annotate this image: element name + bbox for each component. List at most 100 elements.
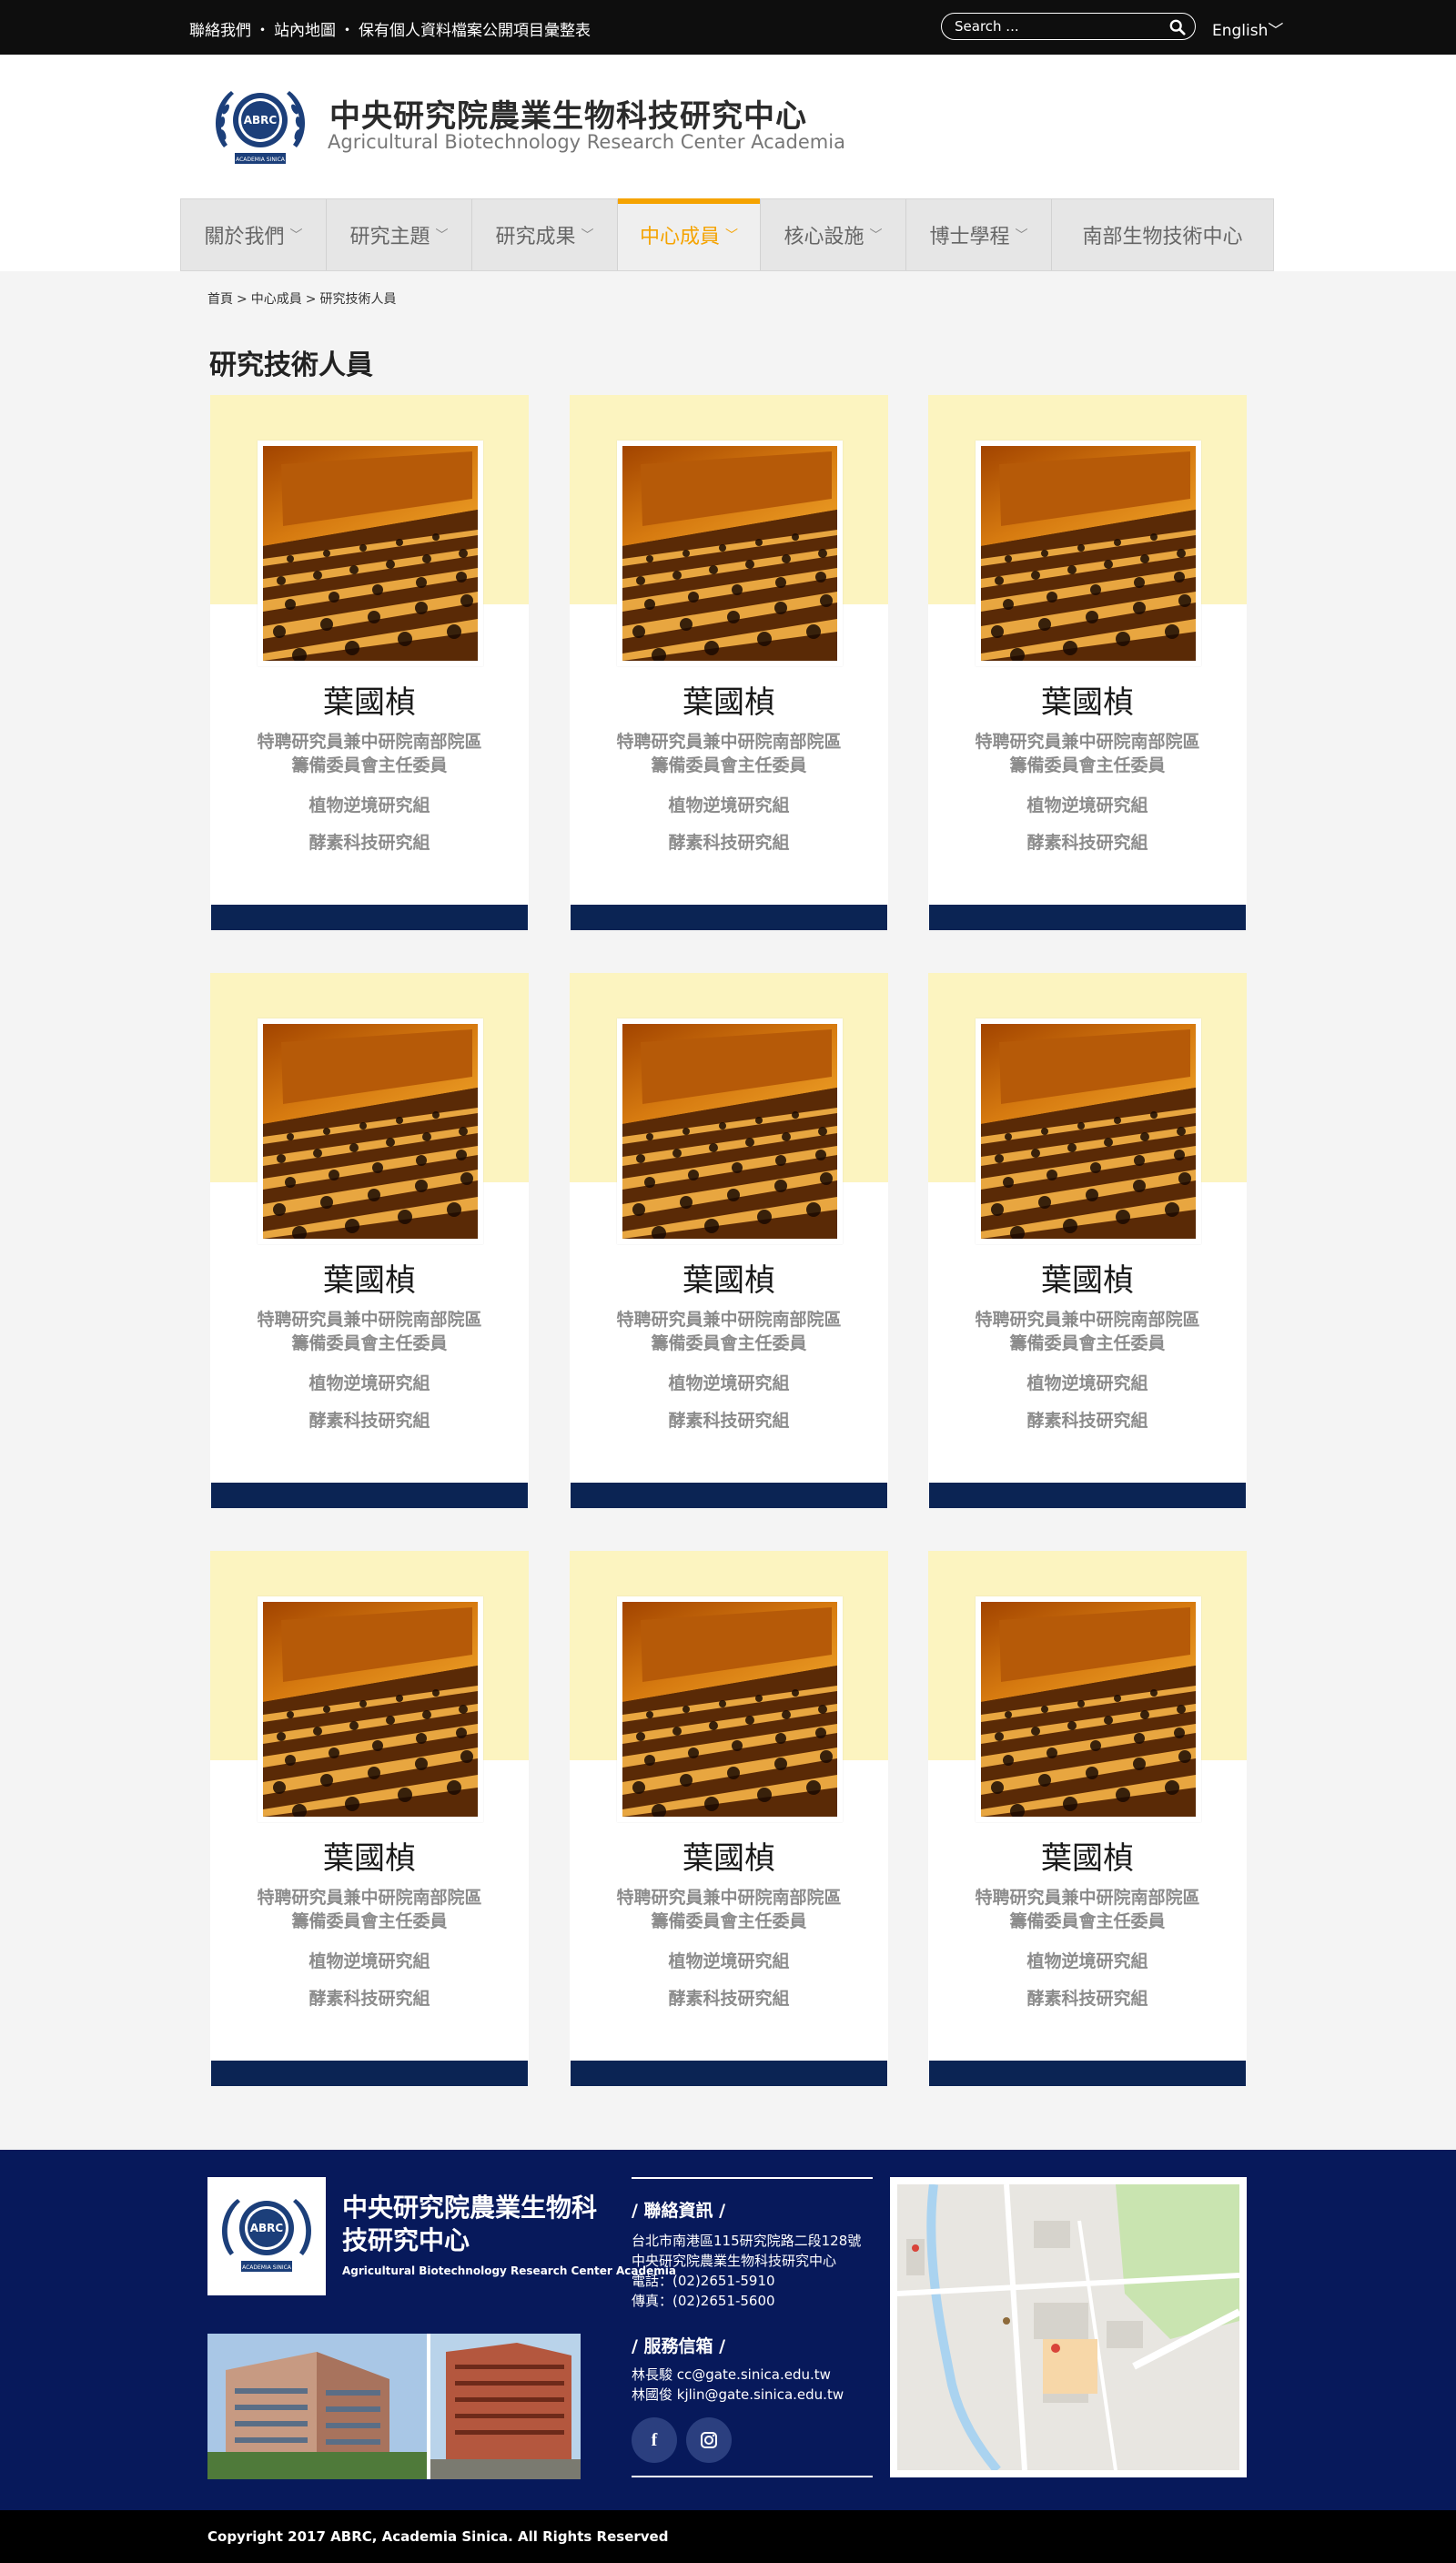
mail-contact-1[interactable]: 林長駿 cc@gate.sinica.edu.tw bbox=[632, 2365, 873, 2385]
member-name[interactable]: 葉國楨 bbox=[570, 677, 888, 722]
search-icon[interactable] bbox=[1169, 19, 1186, 35]
link-personal-data[interactable]: 保有個人資料檔案公開項目彙整表 bbox=[359, 22, 591, 40]
lecture-hall-image bbox=[680, 1196, 693, 1209]
site-title[interactable]: 中央研究院農業生物科技研究中心 bbox=[329, 91, 807, 136]
member-name[interactable]: 葉國楨 bbox=[210, 677, 529, 722]
lecture-hall-image bbox=[680, 1774, 693, 1787]
facebook-icon[interactable]: f bbox=[632, 2417, 677, 2463]
lecture-hall-image bbox=[806, 624, 821, 639]
lecture-hall-image bbox=[329, 1170, 339, 1180]
nav-item-about[interactable]: 關於我們 ﹀ bbox=[181, 199, 327, 270]
lecture-hall-image bbox=[1140, 1132, 1149, 1141]
member-role-line1: 特聘研究員兼中研院南部院區 bbox=[616, 1888, 842, 1908]
member-role-line2: 籌備委員會主任委員 bbox=[651, 755, 807, 775]
nav-item-core-facilities[interactable]: 核心設施 ﹀ bbox=[761, 199, 906, 270]
member-group-2: 酵素科技研究組 bbox=[668, 833, 790, 853]
member-name[interactable]: 葉國楨 bbox=[570, 1255, 888, 1300]
instagram-icon bbox=[704, 2436, 713, 2445]
member-card[interactable]: 葉國楨 特聘研究員兼中研院南部院區 籌備委員會主任委員 植物逆境研究組 酵素科技研… bbox=[928, 973, 1247, 1508]
nav-item-phd-program[interactable]: 博士學程 ﹀ bbox=[906, 199, 1052, 270]
member-card[interactable]: 葉國楨 特聘研究員兼中研院南部院區 籌備委員會主任委員 植物逆境研究組 酵素科技研… bbox=[210, 1551, 529, 2086]
link-sitemap[interactable]: 站內地圖 bbox=[274, 22, 336, 40]
member-name[interactable]: 葉國楨 bbox=[928, 677, 1247, 722]
nav-item-members[interactable]: 中心成員 ﹀ bbox=[618, 198, 761, 270]
lecture-hall-image bbox=[459, 1127, 468, 1136]
location-map bbox=[912, 2244, 919, 2252]
lecture-hall-image bbox=[447, 1780, 461, 1795]
member-photo[interactable] bbox=[617, 441, 843, 666]
search-input[interactable] bbox=[955, 17, 1155, 35]
member-name[interactable]: 葉國楨 bbox=[928, 1255, 1247, 1300]
footer-title: 中央研究院農業生物科技研究中心 bbox=[342, 2193, 598, 2255]
lecture-hall-image bbox=[636, 1732, 645, 1741]
member-photo[interactable] bbox=[976, 1018, 1201, 1244]
member-card[interactable]: 葉國楨 特聘研究員兼中研院南部院區 籌備委員會主任委員 植物逆境研究組 酵素科技研… bbox=[928, 395, 1247, 930]
building-photo bbox=[446, 2343, 571, 2470]
member-name[interactable]: 葉國楨 bbox=[210, 1833, 529, 1878]
member-card[interactable]: 葉國楨 特聘研究員兼中研院南部院區 籌備委員會主任委員 植物逆境研究組 酵素科技研… bbox=[570, 973, 888, 1508]
nav-item-research-results[interactable]: 研究成果 ﹀ bbox=[472, 199, 618, 270]
member-photo[interactable] bbox=[258, 1018, 483, 1244]
lecture-hall-image bbox=[755, 539, 763, 546]
breadcrumb-separator: > bbox=[237, 292, 248, 307]
lecture-hall-image bbox=[263, 446, 478, 661]
lecture-hall-image bbox=[719, 544, 726, 552]
lecture-hall-image bbox=[991, 625, 1004, 638]
lecture-hall-image bbox=[704, 641, 719, 655]
link-contact[interactable]: 聯絡我們 bbox=[189, 22, 251, 40]
member-photo[interactable] bbox=[976, 441, 1201, 666]
member-name[interactable]: 葉國楨 bbox=[928, 1833, 1247, 1878]
building-photo bbox=[430, 2459, 581, 2479]
location-map[interactable] bbox=[890, 2177, 1247, 2477]
member-name[interactable]: 葉國楨 bbox=[570, 1833, 888, 1878]
lecture-hall-image bbox=[727, 611, 740, 623]
member-card[interactable]: 葉國楨 特聘研究員兼中研院南部院區 籌備委員會主任委員 植物逆境研究組 酵素科技研… bbox=[928, 1551, 1247, 2086]
member-photo[interactable] bbox=[976, 1596, 1201, 1822]
member-card[interactable]: 葉國楨 特聘研究員兼中研院南部院區 籌備委員會主任委員 植物逆境研究組 酵素科技研… bbox=[570, 1551, 888, 2086]
nav-item-southern-center[interactable]: 南部生物技術中心 bbox=[1052, 199, 1273, 270]
nav-label: 研究成果 bbox=[495, 226, 576, 248]
lecture-hall-image bbox=[415, 1758, 428, 1770]
member-photo[interactable] bbox=[258, 441, 483, 666]
member-card[interactable]: 葉國楨 特聘研究員兼中研院南部院區 籌備委員會主任委員 植物逆境研究組 酵素科技研… bbox=[210, 973, 529, 1508]
mail-contact-2[interactable]: 林國俊 kjlin@gate.sinica.edu.tw bbox=[632, 2385, 873, 2405]
lecture-hall-image bbox=[704, 1797, 719, 1811]
lecture-hall-image bbox=[1165, 624, 1179, 639]
lecture-hall-image bbox=[1077, 1700, 1085, 1707]
lecture-hall-image bbox=[1165, 1202, 1179, 1217]
member-card[interactable]: 葉國楨 特聘研究員兼中研院南部院區 籌備委員會主任委員 植物逆境研究組 酵素科技研… bbox=[210, 395, 529, 930]
logo-subtext: ACADEMIA SINICA bbox=[236, 157, 286, 163]
search-box bbox=[941, 13, 1196, 40]
lecture-hall-image bbox=[644, 1755, 655, 1766]
lecture-hall-image bbox=[263, 1602, 478, 1817]
member-photo[interactable] bbox=[258, 1596, 483, 1822]
building-photo bbox=[455, 2397, 564, 2402]
member-photo[interactable] bbox=[617, 1018, 843, 1244]
lecture-hall-image bbox=[775, 1733, 786, 1744]
location-map bbox=[1034, 2221, 1070, 2248]
lecture-hall-image bbox=[1116, 1210, 1130, 1224]
lecture-hall-image bbox=[287, 1133, 294, 1140]
instagram-icon[interactable] bbox=[686, 2417, 732, 2463]
lecture-hall-image bbox=[277, 1154, 286, 1163]
nav-item-research-topics[interactable]: 研究主題 ﹀ bbox=[327, 199, 472, 270]
location-map bbox=[1003, 2317, 1010, 2325]
lecture-hall-image bbox=[1150, 1689, 1158, 1697]
breadcrumb-home[interactable]: 首頁 bbox=[207, 292, 233, 307]
lecture-hall-image bbox=[806, 1780, 821, 1795]
lecture-hall-image bbox=[345, 1797, 359, 1811]
lecture-hall-image bbox=[1077, 544, 1085, 552]
member-photo[interactable] bbox=[617, 1596, 843, 1822]
lecture-hall-image bbox=[815, 1150, 826, 1160]
member-role-line2: 籌備委員會主任委員 bbox=[1009, 1333, 1166, 1353]
language-switch[interactable]: English﹀ bbox=[1212, 17, 1283, 40]
member-role-line1: 特聘研究員兼中研院南部院區 bbox=[257, 1310, 482, 1330]
abrc-logo[interactable]: ABRC ACADEMIA SINICA bbox=[207, 82, 313, 167]
member-role-line2: 籌備委員會主任委員 bbox=[1009, 1911, 1166, 1931]
top-bar: 聯絡我們・站內地圖・保有個人資料檔案公開項目彙整表 English﹀ bbox=[0, 0, 1456, 55]
member-card[interactable]: 葉國楨 特聘研究員兼中研院南部院區 籌備委員會主任委員 植物逆境研究組 酵素科技研… bbox=[570, 395, 888, 930]
breadcrumb-members[interactable]: 中心成員 bbox=[251, 292, 302, 307]
member-name[interactable]: 葉國楨 bbox=[210, 1255, 529, 1300]
lecture-hall-image bbox=[1177, 549, 1186, 558]
lecture-hall-image bbox=[622, 446, 837, 661]
